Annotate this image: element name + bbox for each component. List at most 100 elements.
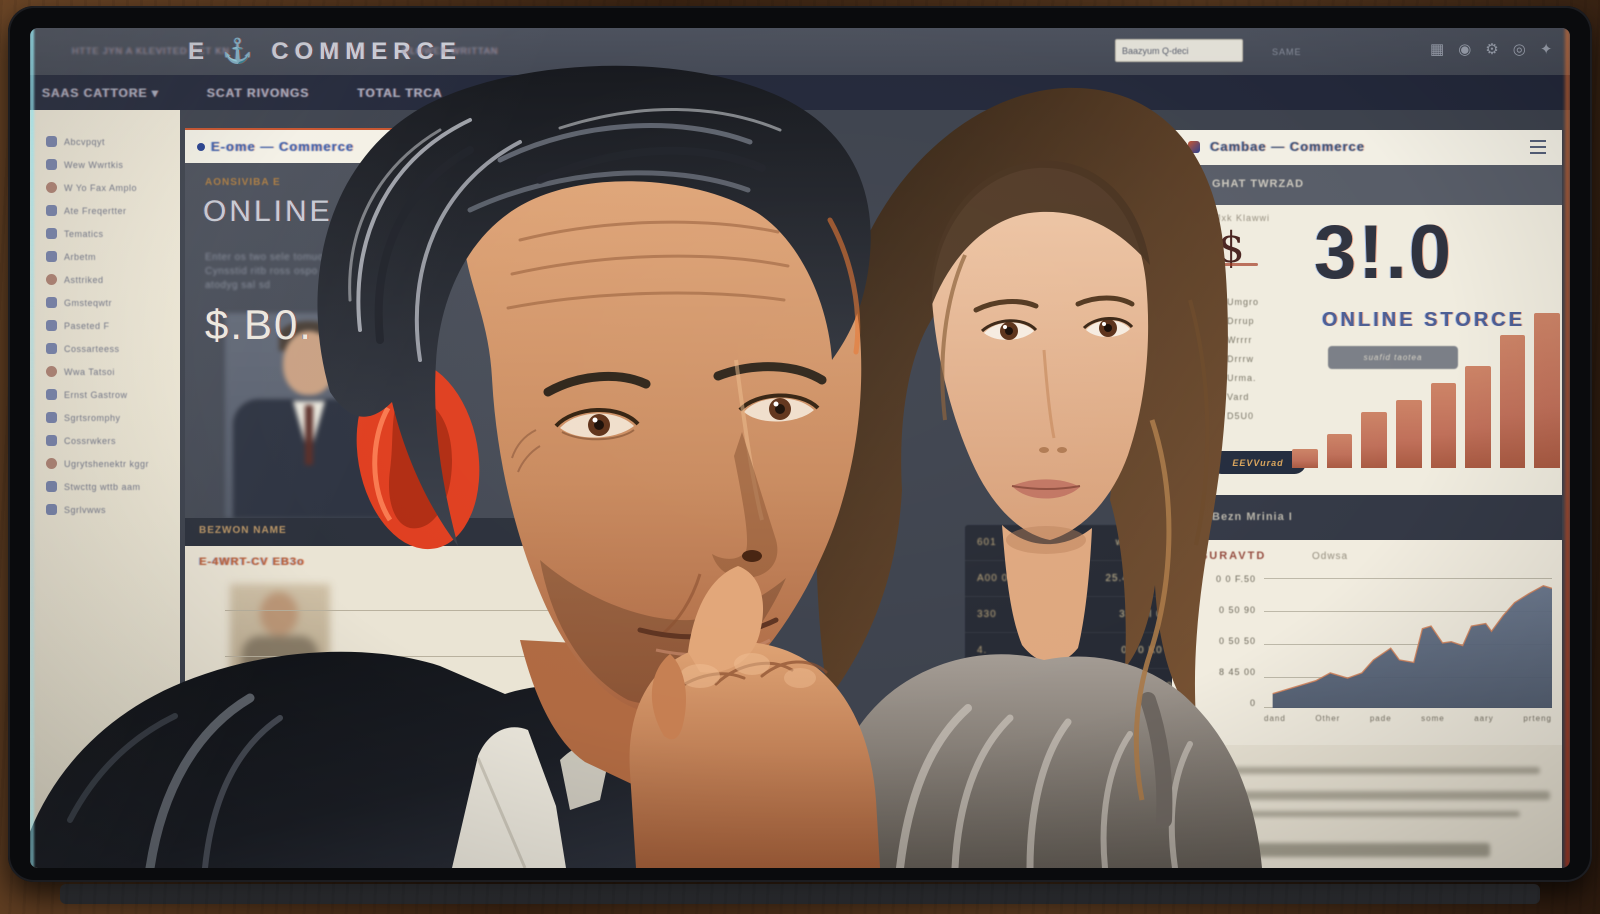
top-header: HTTE JYN A KLEVITED PCT KN E ⚓ COMMERCE … [30, 28, 1570, 75]
nav-item[interactable]: SCAT RIVONGS [207, 86, 309, 100]
sidebar-item[interactable]: Abcvpqyt [30, 130, 180, 153]
left-window-title: E-ome — Commerce [211, 139, 354, 154]
nav-item[interactable]: SAAS CATTORE ▾ [42, 86, 159, 100]
left-list-title: E-4WRT-CV EB3o [199, 556, 305, 568]
header-right-text: GLOWES WRITTAN [402, 46, 498, 56]
sidebar-item[interactable]: Cossarteess [30, 337, 180, 360]
stat-menu-item[interactable]: D5U0 [1212, 411, 1259, 421]
header-icons: ▦ ◉ ⚙ ◎ ✦ [1430, 40, 1552, 60]
nav-item[interactable]: TOTAL TRCA [357, 86, 442, 100]
nav-item[interactable]: TYBAY [491, 86, 536, 100]
sidebar-item[interactable]: W Yo Fax Amplo [30, 176, 180, 199]
sidebar-item-label: Ugrytshenektr kggr [64, 459, 149, 469]
stat-menu-item[interactable]: Wrrrr [1212, 335, 1259, 345]
y-axis-labels: 0 0 F.500 50 900 50 508 45 000 [1186, 574, 1256, 708]
stat-menu-item-label: Drrrw [1227, 354, 1254, 364]
stat-menu-item-label: Wrrrr [1227, 335, 1252, 345]
y-axis-label: 0 [1250, 698, 1256, 708]
monitor-stand [60, 884, 1540, 904]
big-number: 3!.0 [1314, 209, 1453, 296]
y-axis-label: 0 50 50 [1219, 636, 1256, 646]
stat-menu-item-label: Drrup [1227, 316, 1255, 326]
stat-menu-item-icon [1212, 412, 1221, 421]
sidebar-item-label: Wwa Tatsoi [64, 367, 115, 377]
sidebar-item[interactable]: Ernst Gastrow [30, 383, 180, 406]
sidebar-item[interactable]: Sgrlvwws [30, 498, 180, 521]
store-body-line: Enter os two sele tomuomfty rbbatifcs tr… [205, 251, 535, 265]
x-axis-label: Other [1315, 714, 1340, 723]
stat-menu-item[interactable]: Vard [1212, 392, 1259, 402]
header-icon[interactable]: ⚙ [1485, 40, 1498, 60]
sidebar-item[interactable]: Sgrtsromphy [30, 406, 180, 429]
bar [1292, 449, 1318, 468]
chart-section-header: Bezn Mrinia I [1172, 495, 1562, 540]
bar [1431, 383, 1457, 468]
y-axis-label: 8 45 00 [1219, 667, 1256, 677]
footer-blurred-line [1190, 843, 1490, 857]
table-cell-right: 44 0 0 0 0 [1119, 681, 1173, 692]
right-toolbar-label: GHAT TWRZAD [1212, 178, 1304, 190]
header-icon[interactable]: ✦ [1540, 40, 1553, 60]
sidebar-item[interactable]: Asttriked [30, 268, 180, 291]
sidebar-item[interactable]: Paseted F [30, 314, 180, 337]
sidebar-item-icon [46, 182, 57, 193]
bar [1396, 400, 1422, 468]
stat-menu: Umgro Drrup Wrrrr Drrrw Urma. [1212, 297, 1259, 421]
sidebar-item[interactable]: Arbetm [30, 245, 180, 268]
sidebar-item-label: Tematics [64, 229, 104, 239]
header-icon[interactable]: ▦ [1430, 40, 1444, 60]
stat-menu-item[interactable]: Umgro [1212, 297, 1259, 307]
sidebar-item[interactable]: Ate Freqertter [30, 199, 180, 222]
header-icon[interactable]: ◉ [1458, 40, 1471, 60]
table-row: 44 0 0 0 0 [965, 669, 1185, 705]
chart-card: BSURAVTD Odwsa 0 0 F.500 50 900 50 508 4… [1172, 540, 1562, 745]
right-window-titlebar: Cambae — Commerce [1172, 130, 1562, 165]
stat-menu-item-label: Vard [1227, 392, 1249, 402]
x-axis-label: prteng [1523, 714, 1552, 723]
bar [1327, 434, 1353, 468]
left-window-favicon [197, 143, 205, 151]
left-window-titlebar: E-ome — Commerce [185, 128, 580, 165]
footer-blurred-line [1190, 811, 1520, 817]
chart-title: BSURAVTD [1190, 550, 1266, 562]
table-row: 4. 00 0 K0 3 [965, 633, 1185, 669]
stat-menu-item[interactable]: Drrup [1212, 316, 1259, 326]
sidebar-item[interactable]: Tematics [30, 222, 180, 245]
store-body: Enter os two sele tomuomfty rbbatifcs tr… [205, 251, 535, 293]
stat-menu-item-icon [1212, 317, 1221, 326]
sidebar-item[interactable]: Wwa Tatsoi [30, 360, 180, 383]
online-store-panel: AONSIVIBA E ONLINE STORE Enter os two se… [185, 163, 580, 518]
list-divider [225, 702, 555, 703]
table-cell-left: A00 0 [977, 573, 1008, 584]
sidebar-item[interactable]: Cossrwkers [30, 429, 180, 452]
sidebar-item-label: Asttriked [64, 275, 104, 285]
sidebar-item[interactable]: Gmsteqwtr [30, 291, 180, 314]
sidebar-item[interactable]: Ugrytshenektr kggr [30, 452, 180, 475]
area-chart-plot [1264, 578, 1552, 708]
table-cell-right: 33 del 0 0 [1119, 609, 1173, 620]
stat-label: Jxk Klawwi [1216, 213, 1270, 223]
stat-menu-item[interactable]: Drrrw [1212, 354, 1259, 364]
sidebar-item[interactable]: Wew Wwrtkis [30, 153, 180, 176]
stat-menu-item-label: Umgro [1227, 297, 1259, 307]
sidebar-item-icon [46, 435, 57, 446]
sidebar-item-icon [46, 205, 57, 216]
sidebar-item-label: Stwcttg wttb aam [64, 482, 141, 492]
table-cell-right: word C940 [1116, 537, 1173, 548]
sidebar-item[interactable]: Stwcttg wttb aam [30, 475, 180, 498]
sidebar-item-label: Gmsteqwtr [64, 298, 112, 308]
sidebar-item-icon [46, 343, 57, 354]
header-icon[interactable]: ◎ [1513, 40, 1526, 60]
sidebar-item-label: Abcvpqyt [64, 137, 105, 147]
bar [1500, 335, 1526, 468]
hamburger-menu-icon[interactable] [1530, 140, 1546, 154]
left-section-title: BEZWON NAME [199, 525, 287, 536]
table-row: A00 0 25.45 00 0 0 [965, 561, 1185, 597]
footer-blurred-line [1190, 791, 1550, 800]
table-cell-right: 00 0 K0 3 [1121, 645, 1173, 656]
stat-menu-item-label: D5U0 [1227, 411, 1254, 421]
orders-table: 601 word C940 A00 0 25.45 00 0 0 330 33 … [965, 525, 1185, 703]
search-input[interactable] [1115, 39, 1243, 62]
stat-menu-item[interactable]: Urma. [1212, 373, 1259, 383]
stat-menu-item-icon [1212, 355, 1221, 364]
